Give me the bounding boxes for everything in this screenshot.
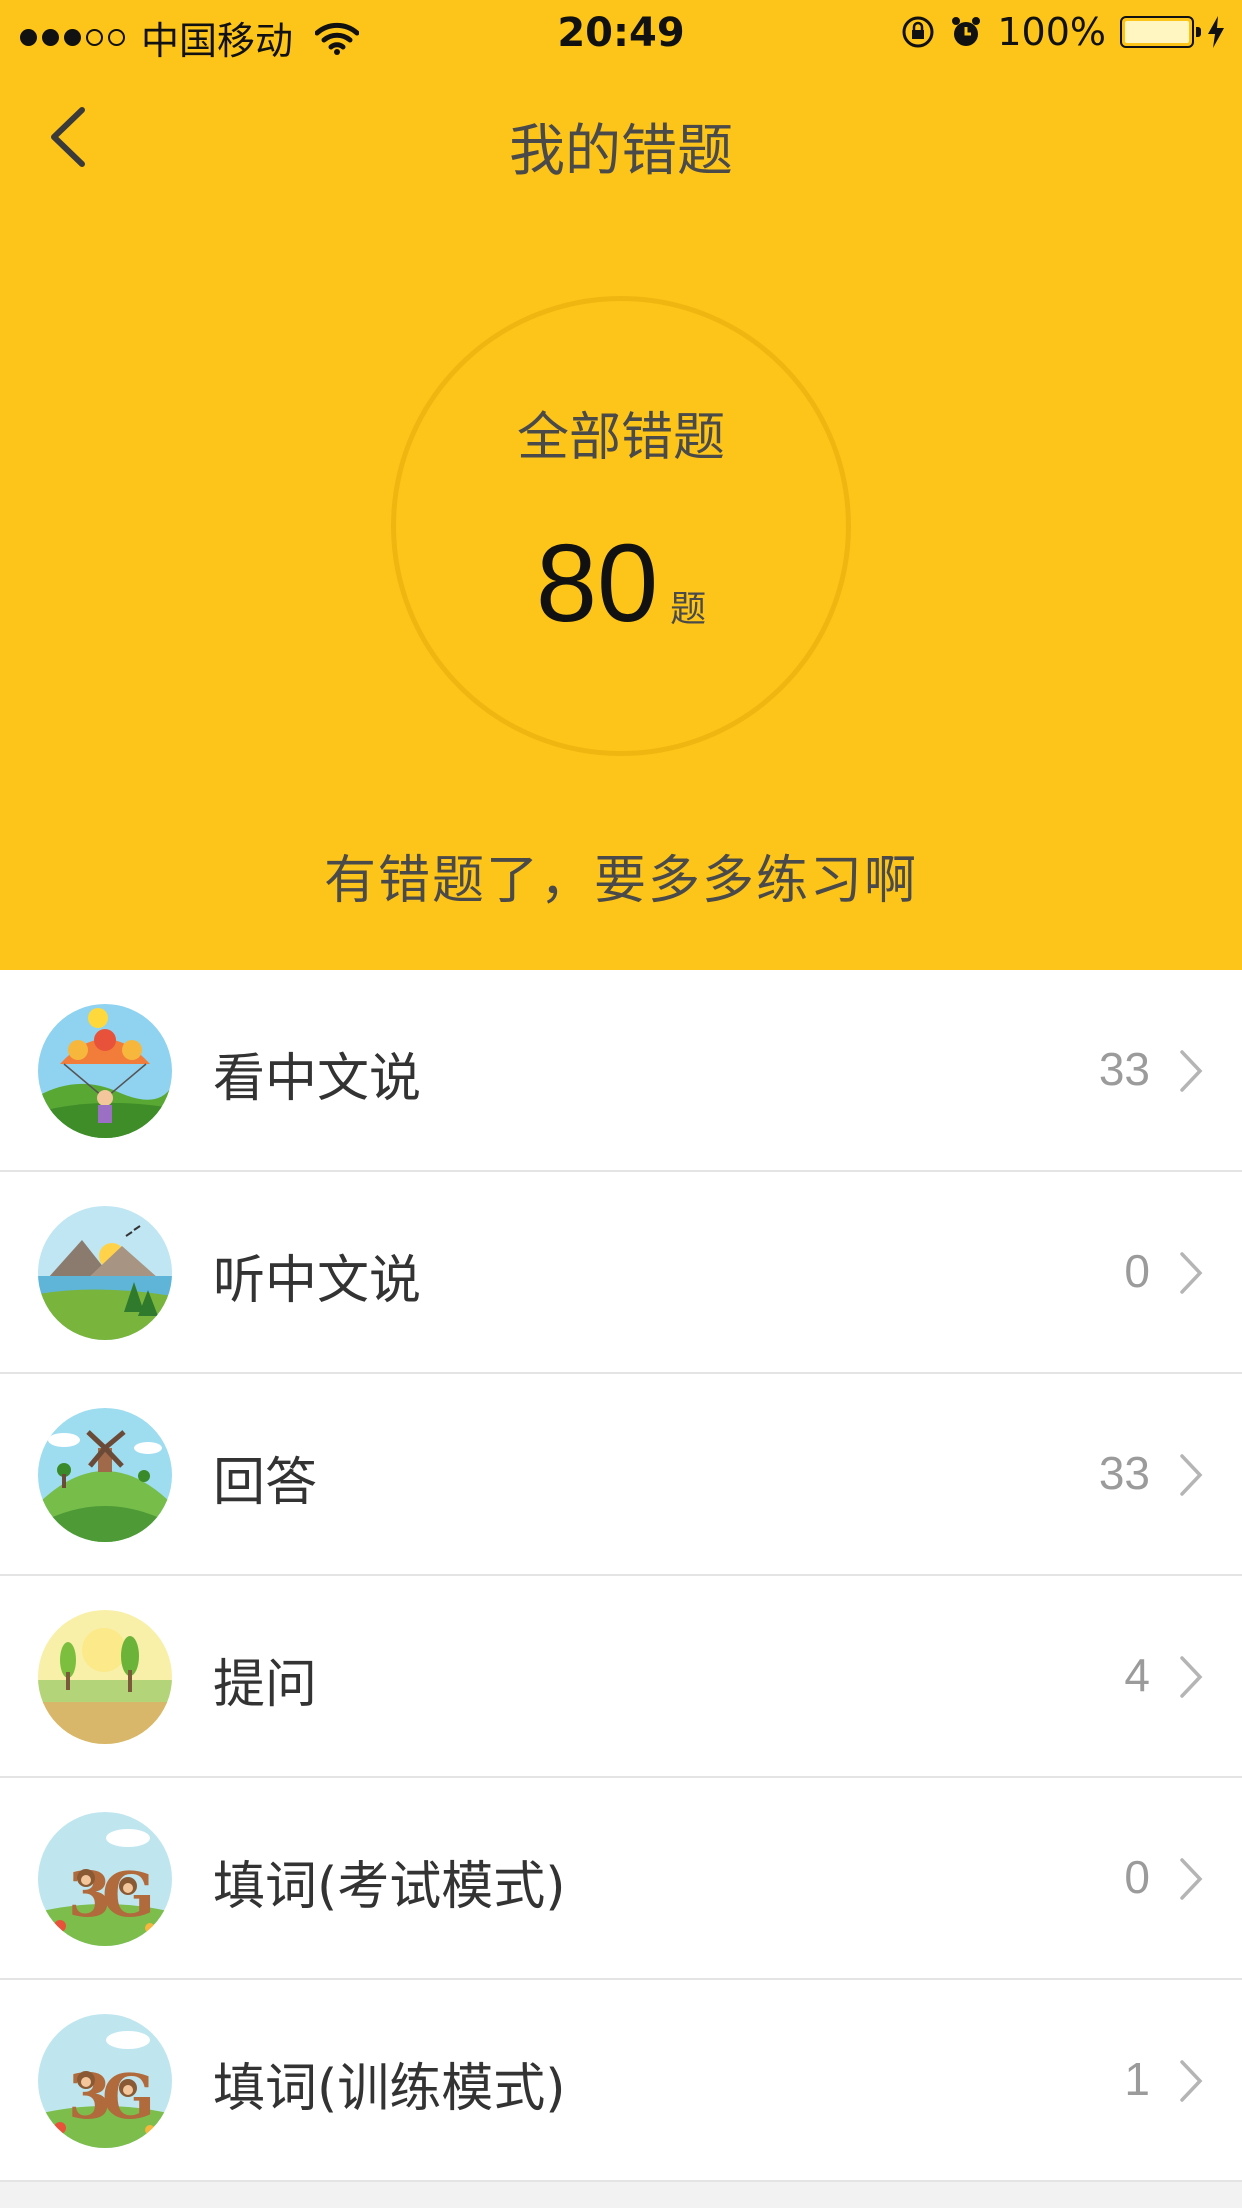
category-label: 听中文说 [213, 1251, 422, 1311]
total-count-value: 80 [535, 522, 659, 645]
total-count-unit: 题 [670, 589, 707, 630]
page-title: 我的错题 [509, 119, 733, 184]
total-mistakes-count: 80 题 [0, 520, 1242, 647]
chevron-right-icon [1180, 1656, 1203, 1698]
list-item[interactable]: 看中文说 33 [0, 970, 1242, 1172]
chevron-right-icon [1180, 2060, 1203, 2102]
chevron-right-icon [1180, 1858, 1203, 1900]
status-bar: 中国移动 20:49 100% [0, 0, 1242, 66]
category-count: 33 [1098, 1043, 1150, 1095]
category-label: 回答 [213, 1453, 318, 1513]
battery-percentage: 100% [997, 10, 1106, 54]
category-count: 0 [1124, 1851, 1150, 1903]
monkeys-letters-scene-icon: 3 G [38, 1812, 172, 1946]
chevron-right-icon [1180, 1252, 1203, 1294]
alarm-clock-icon [952, 17, 981, 46]
parachute-scene-icon [38, 1004, 172, 1138]
chevron-right-icon [1180, 1050, 1203, 1092]
category-label: 看中文说 [213, 1049, 422, 1109]
category-label: 提问 [213, 1655, 318, 1715]
list-item[interactable]: 3 G 填词(训练模式) 1 [0, 1980, 1242, 2182]
category-count: 1 [1124, 2053, 1150, 2105]
rotation-lock-icon [902, 16, 934, 48]
list-item[interactable]: 听中文说 0 [0, 1172, 1242, 1374]
total-mistakes-label: 全部错题 [516, 408, 725, 468]
mountain-lake-scene-icon [38, 1206, 172, 1340]
category-count: 0 [1124, 1245, 1150, 1297]
header: 中国移动 20:49 100% 我的错题 全部错题 80 题 有错题了，要多多练… [0, 0, 1242, 970]
battery-icon [1120, 16, 1201, 48]
status-right: 100% [901, 10, 1224, 54]
navigation-bar: 我的错题 [0, 84, 1242, 194]
field-trees-scene-icon [38, 1610, 172, 1744]
screen: 中国移动 20:49 100% 我的错题 全部错题 80 题 有错题了，要多多练… [0, 0, 1242, 2208]
category-label: 填词(训练模式) [213, 2059, 566, 2119]
charging-bolt-icon [1208, 16, 1224, 48]
monkeys-letters-scene-icon: 3 G [38, 2014, 172, 2148]
list-item[interactable]: 3 G 填词(考试模式) 0 [0, 1778, 1242, 1980]
category-count: 4 [1124, 1649, 1150, 1701]
category-label: 填词(考试模式) [213, 1857, 566, 1917]
list-item[interactable]: 回答 33 [0, 1374, 1242, 1576]
windmill-hill-scene-icon [38, 1408, 172, 1542]
encouragement-tip: 有错题了，要多多练习啊 [323, 851, 918, 911]
chevron-right-icon [1180, 1454, 1203, 1496]
category-count: 33 [1098, 1447, 1150, 1499]
mistake-category-list: 看中文说 33 听中文说 0 回答 33 提问 4 3 填词(考试模式) 0 3… [0, 970, 1242, 2182]
list-item[interactable]: 提问 4 [0, 1576, 1242, 1778]
